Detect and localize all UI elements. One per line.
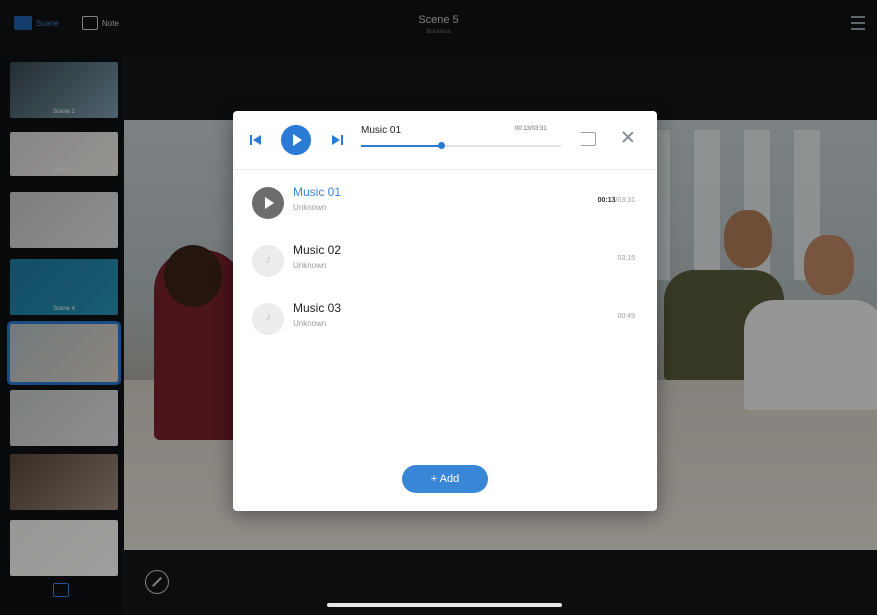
music-modal: Music 01 00:13/03:31 Music 01 Unknown 00:1… [233, 111, 657, 511]
track-duration: 03:15 [617, 255, 635, 262]
music-note-icon[interactable] [252, 303, 284, 335]
track-name: Music 01 [293, 185, 342, 199]
next-track-icon[interactable] [332, 135, 344, 145]
track-total: 03:15 [617, 255, 635, 262]
track-elapsed: 00:13 [597, 197, 616, 204]
repeat-icon[interactable] [580, 132, 596, 146]
track-duration: 00:13/03:31 [598, 197, 635, 204]
progress-knob[interactable] [438, 142, 445, 149]
track-row[interactable]: Music 03 Unknown 00:49 [233, 294, 657, 344]
music-player-bar: Music 01 00:13/03:31 [233, 111, 657, 170]
track-total: /03:31 [615, 197, 635, 204]
add-music-button[interactable]: + Add [402, 465, 488, 493]
progress-slider[interactable] [361, 142, 561, 149]
progress-fill [361, 145, 441, 147]
track-name: Music 03 [293, 301, 342, 315]
now-playing-title: Music 01 [361, 125, 402, 136]
track-artist: Unknown [293, 203, 327, 212]
track-name: Music 02 [293, 243, 342, 257]
track-row[interactable]: Music 01 Unknown 00:13/03:31 [233, 178, 657, 228]
play-button[interactable] [281, 125, 311, 155]
home-indicator [327, 603, 562, 607]
track-artist: Unknown [293, 261, 327, 270]
close-icon[interactable] [621, 130, 635, 144]
track-artist: Unknown [293, 319, 327, 328]
music-note-icon[interactable] [252, 245, 284, 277]
track-total: 00:49 [617, 313, 635, 320]
track-duration: 00:49 [617, 313, 635, 320]
previous-track-icon[interactable] [250, 135, 262, 145]
now-playing-time: 00:13/03:31 [515, 126, 547, 132]
pause-play-icon[interactable] [252, 187, 284, 219]
track-row[interactable]: Music 02 Unknown 03:15 [233, 236, 657, 286]
